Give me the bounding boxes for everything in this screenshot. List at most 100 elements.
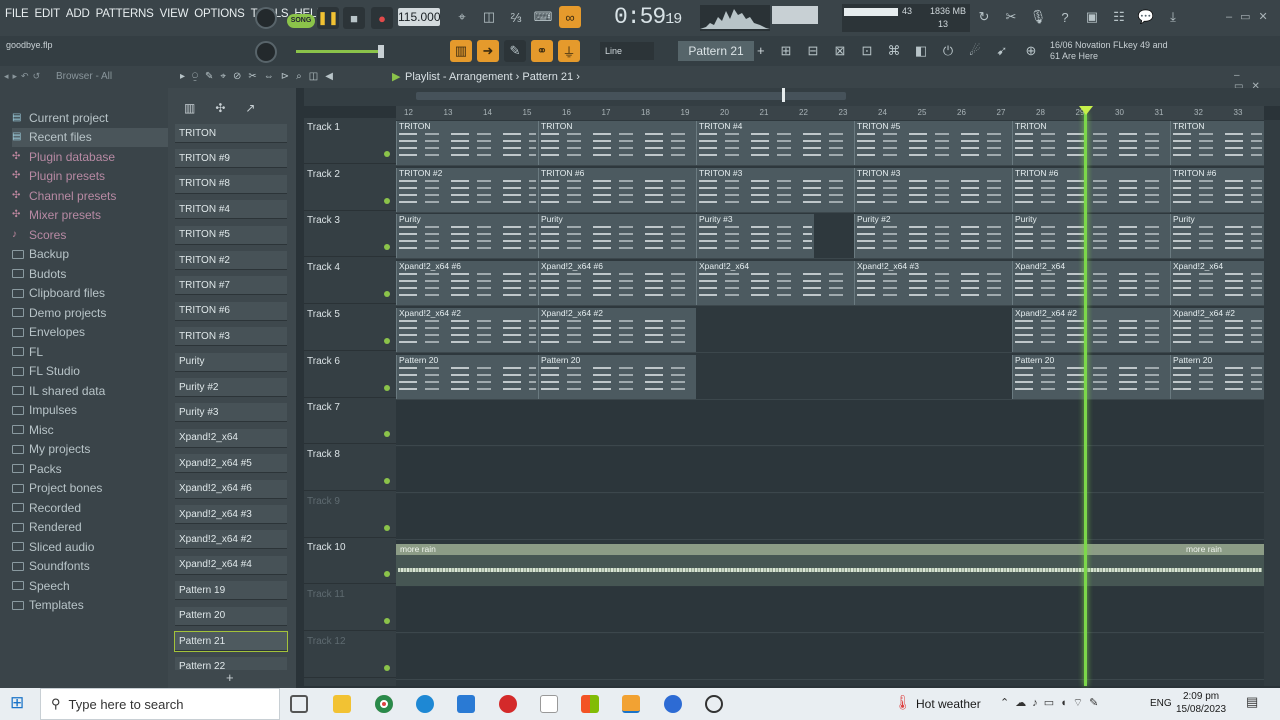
fl-studio-icon[interactable]	[622, 695, 640, 713]
pattern-picker-item[interactable]: Pattern 22	[175, 657, 287, 670]
wait-record-icon[interactable]: ◫	[478, 6, 500, 28]
file-explorer-icon[interactable]	[333, 695, 351, 713]
chat-icon[interactable]: 💬	[1135, 6, 1157, 28]
countdown-icon[interactable]: ⅔	[505, 6, 527, 28]
pattern-clip[interactable]: Xpand!2_x64 #3	[854, 261, 1012, 306]
pattern-clip[interactable]: Xpand!2_x64	[696, 261, 854, 306]
browser-item[interactable]: Backup	[12, 245, 69, 264]
window-controls[interactable]: –▭✕	[1226, 10, 1276, 23]
slider-handle[interactable]	[378, 45, 384, 58]
pause-button[interactable]: ❚❚	[317, 7, 339, 29]
piano-roll-icon[interactable]: ➜	[477, 40, 499, 62]
pattern-picker-item[interactable]: Pattern 21	[174, 631, 288, 652]
browser-item[interactable]: Recorded	[12, 498, 81, 517]
news-ticker[interactable]: 16/06 Novation FLkey 49 and 61 Are Here	[1050, 40, 1168, 62]
track-mute-led[interactable]	[384, 431, 390, 438]
track-mute-led[interactable]	[384, 477, 390, 484]
record-button[interactable]: ●	[371, 7, 393, 29]
browser-nav-icons[interactable]: ◂▸↶↺	[4, 71, 44, 82]
draw-icon[interactable]: ✎	[504, 40, 526, 62]
pattern-clip[interactable]: TRITON #2	[396, 167, 538, 212]
track-mute-led[interactable]	[384, 151, 390, 157]
pattern-clip[interactable]: Xpand!2_x64	[1170, 261, 1264, 306]
browser-item[interactable]: ✣ Mixer presets	[12, 206, 101, 225]
track-mute-led[interactable]	[384, 664, 390, 671]
add-pattern-icon[interactable]: +	[757, 43, 765, 58]
tempo-tap-icon[interactable]: ☄	[964, 40, 986, 62]
mail-icon[interactable]	[457, 695, 475, 713]
pattern-clip[interactable]: TRITON	[538, 121, 696, 165]
pattern-picker-item[interactable]: TRITON #2	[175, 251, 287, 270]
track-lane[interactable]	[396, 587, 1264, 633]
pattern-clip[interactable]: Purity	[538, 214, 696, 259]
pattern-clip[interactable]: Purity	[1170, 214, 1264, 259]
playhead[interactable]	[1084, 112, 1087, 686]
browser-item[interactable]: Impulses	[12, 401, 77, 420]
browser-item[interactable]: ✣ Channel presets	[12, 186, 116, 205]
track-header[interactable]: Track 7	[304, 398, 396, 445]
pattern-clip[interactable]: Xpand!2_x64 #2	[1170, 307, 1264, 352]
pattern-picker-item[interactable]: Xpand!2_x64 #2	[175, 530, 287, 550]
picker-tools[interactable]: ▥✣↗	[184, 101, 275, 115]
browser-item[interactable]: Envelopes	[12, 323, 85, 342]
pattern-clip[interactable]: TRITON #6	[538, 167, 696, 212]
track-header[interactable]: Track 6	[304, 352, 396, 398]
pattern-clip[interactable]: Xpand!2_x64 #6	[538, 261, 696, 306]
track-lane[interactable]	[396, 400, 1264, 447]
pattern-clip[interactable]: Xpand!2_x64 #2	[1012, 307, 1170, 352]
browser-item[interactable]: Budots	[12, 264, 66, 283]
zoom-icon[interactable]	[664, 695, 682, 713]
chrome-icon[interactable]	[375, 695, 393, 713]
browser-item[interactable]: My projects	[12, 440, 90, 459]
song-mode-toggle[interactable]: SONG	[287, 14, 315, 28]
refresh-icon[interactable]: ↻	[973, 6, 995, 28]
shop-icon[interactable]: ⊕	[1020, 40, 1042, 62]
playlist-tool-icons[interactable]: ▸⍜✎⌖⊘✂⇔⊳⌕◫◀	[180, 71, 340, 82]
edge-icon[interactable]	[416, 695, 434, 713]
pattern-picker-item[interactable]: Purity #2	[175, 378, 287, 397]
taskbar-search[interactable]: ⚲ Type here to search	[40, 688, 280, 720]
pattern-picker-item[interactable]: Xpand!2_x64 #4	[175, 555, 287, 575]
browser-item[interactable]: Speech	[12, 576, 70, 595]
pattern-clip[interactable]: Xpand!2_x64 #2	[538, 307, 696, 352]
menu-add[interactable]: ADD	[63, 8, 93, 20]
loop-record-icon[interactable]: ∞	[559, 6, 581, 28]
pattern-picker-item[interactable]: TRITON #9	[175, 149, 287, 169]
track-mute-led[interactable]	[384, 618, 390, 624]
pattern-picker-item[interactable]: Purity	[175, 352, 287, 372]
windows-start-icon[interactable]: ⊞	[10, 694, 28, 712]
track-header[interactable]: Track 1	[304, 118, 396, 164]
track-header[interactable]: Track 12	[304, 632, 396, 678]
browser-item[interactable]: FL Studio	[12, 362, 80, 381]
language-indicator[interactable]: ENG	[1150, 698, 1172, 709]
pattern-clip[interactable]: Pattern 20	[1012, 354, 1170, 399]
menu-options[interactable]: OPTIONS	[191, 8, 247, 20]
stop-button[interactable]: ■	[343, 7, 365, 29]
wing-icon[interactable]: ➹	[991, 40, 1013, 62]
link-icon[interactable]: ⚭	[531, 40, 553, 62]
track-header[interactable]: Track 5	[304, 305, 396, 351]
channel-rack-icon[interactable]: ⊟	[802, 40, 824, 62]
browser-item[interactable]: IL shared data	[12, 381, 105, 400]
playlist-icon[interactable]: ▥	[450, 40, 472, 62]
pattern-clip[interactable]: Xpand!2_x64 #6	[396, 261, 538, 306]
browser-item[interactable]: Packs	[12, 459, 62, 478]
pattern-clip[interactable]: TRITON #6	[1012, 167, 1170, 212]
master-pitch-slider[interactable]	[296, 50, 384, 53]
time-display[interactable]: 0:5919	[614, 4, 682, 30]
browser-item[interactable]: ✣ Plugin presets	[12, 167, 105, 186]
microphone-icon[interactable]: 🎙	[1027, 6, 1049, 28]
track-header[interactable]: Track 2	[304, 165, 396, 211]
pattern-clip[interactable]: Purity	[396, 214, 538, 259]
track-mute-led[interactable]	[384, 524, 390, 531]
track-mute-led[interactable]	[384, 291, 390, 298]
track-mute-led[interactable]	[384, 197, 390, 204]
snap-select[interactable]: Line	[600, 42, 654, 60]
pattern-selector[interactable]: Pattern 21	[678, 41, 754, 61]
plugin-icon[interactable]: ⌘	[883, 40, 905, 62]
track-lane[interactable]	[396, 493, 1264, 540]
weather-text[interactable]: Hot weather	[916, 697, 981, 711]
notification-icon[interactable]: ▤	[1246, 694, 1258, 710]
browser-item[interactable]: ✣ Plugin database	[12, 147, 115, 166]
menu-file[interactable]: FILE	[2, 8, 32, 20]
